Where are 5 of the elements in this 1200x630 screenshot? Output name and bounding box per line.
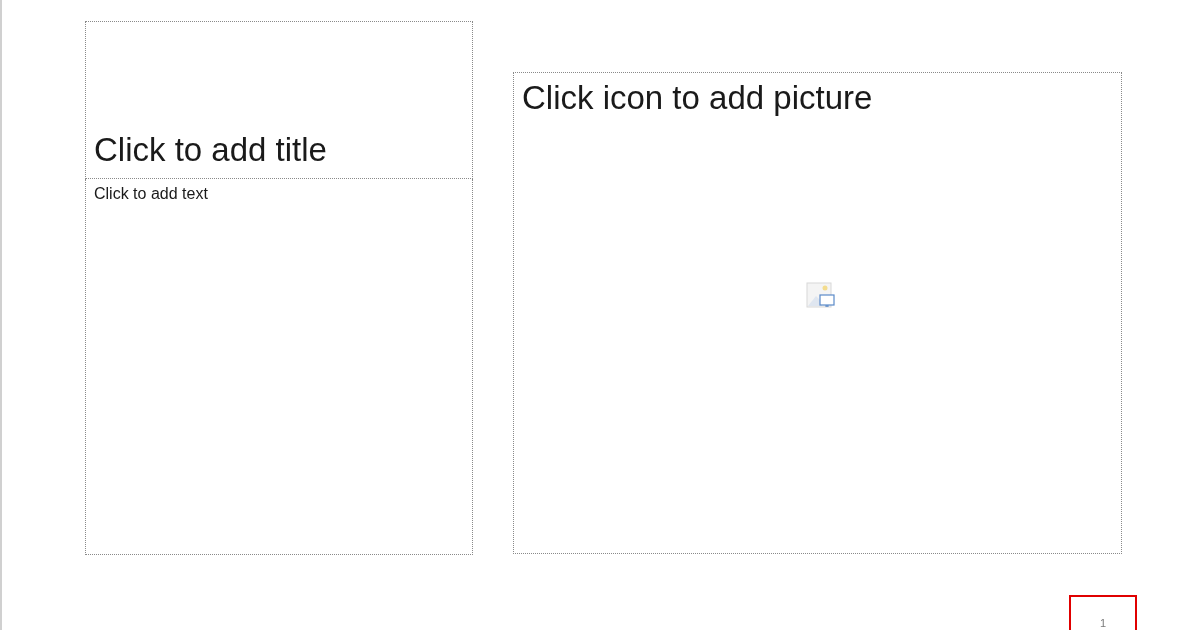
title-placeholder[interactable]: Click to add title (85, 21, 473, 179)
picture-placeholder[interactable]: Click icon to add picture (513, 72, 1122, 554)
text-placeholder[interactable]: Click to add text (85, 179, 473, 555)
insert-picture-icon[interactable] (805, 281, 836, 310)
slide-number: 1 (1069, 595, 1137, 630)
